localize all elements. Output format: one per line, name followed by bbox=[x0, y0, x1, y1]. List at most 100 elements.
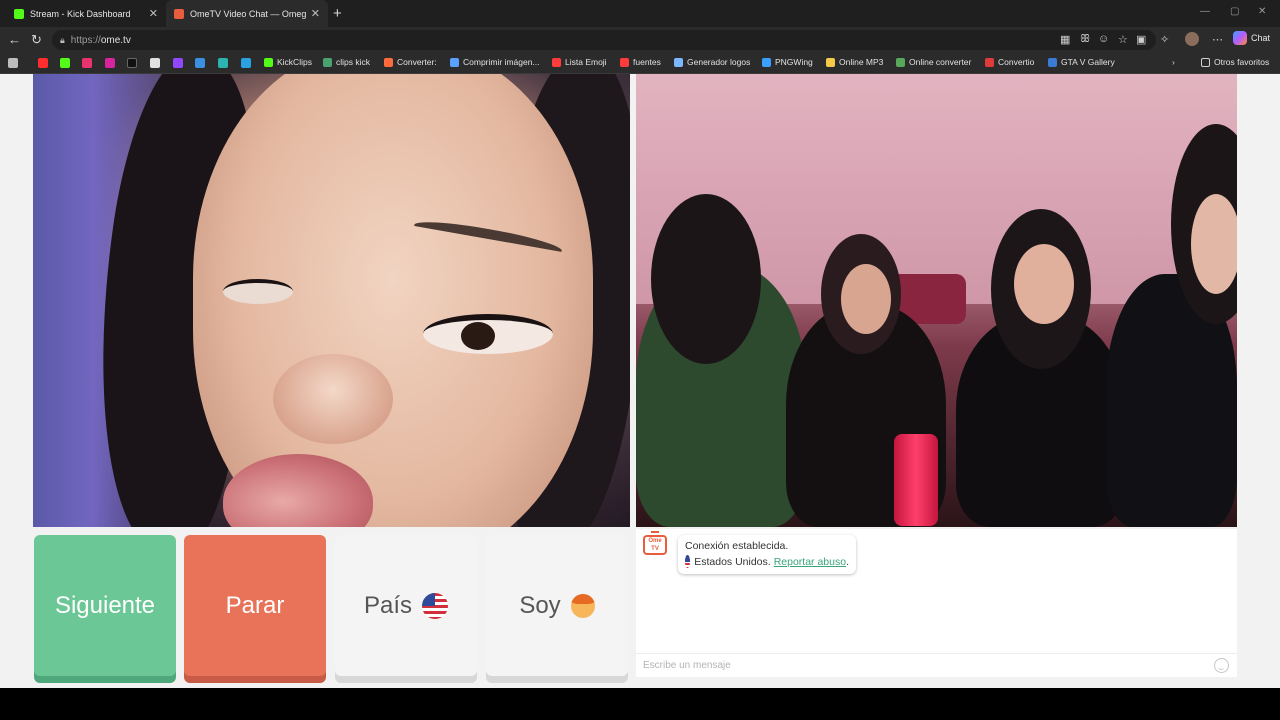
collections-icon[interactable]: ▣ bbox=[1136, 33, 1146, 46]
bookmark-clips-kick[interactable]: clips kick bbox=[323, 57, 370, 67]
twitch-icon[interactable] bbox=[173, 58, 183, 68]
chat-panel: Ome TV Conexión establecida. Estados Uni… bbox=[636, 529, 1237, 677]
url-text: https://ome.tv bbox=[70, 34, 131, 46]
connection-text: Conexión establecida. bbox=[685, 540, 789, 552]
browser-toolbar: ← ↻ 🔒︎ https://ome.tv ▦ ꕥ ☺ ☆ ▣ ✧ ⋯ Chat bbox=[0, 27, 1280, 53]
face-shape bbox=[1191, 194, 1237, 294]
favorite-star-icon[interactable]: ☆ bbox=[1118, 33, 1128, 46]
youtube-icon[interactable] bbox=[38, 58, 48, 68]
lock-icon: 🔒︎ bbox=[60, 34, 65, 45]
chat-button-label: Chat bbox=[1251, 33, 1271, 43]
bookmark-icon bbox=[450, 57, 459, 67]
bookmark-fuentes[interactable]: fuentes bbox=[620, 57, 661, 67]
country-text: Estados Unidos. bbox=[694, 555, 771, 568]
bookmark-icon bbox=[384, 57, 393, 67]
bookmark-teal-icon[interactable] bbox=[218, 58, 228, 68]
reader-icon[interactable]: ☺ bbox=[1098, 33, 1109, 45]
other-favorites[interactable]: Otros favoritos bbox=[1201, 57, 1269, 67]
bookmark-lista-emoji[interactable]: Lista Emoji bbox=[552, 57, 607, 67]
bookmark-converter[interactable]: Converter: bbox=[384, 57, 437, 67]
tab-kick-dashboard[interactable]: Stream - Kick Dashboard ✕ bbox=[6, 0, 166, 27]
window-close-icon[interactable]: ✕ bbox=[1258, 6, 1266, 17]
tab-strip: Stream - Kick Dashboard ✕ OmeTV Video Ch… bbox=[0, 0, 1280, 27]
ometv-logo-icon: Ome TV bbox=[643, 531, 667, 555]
app-grid-icon[interactable]: ▦ bbox=[1060, 33, 1070, 46]
bookmark-red-icon[interactable] bbox=[82, 58, 92, 68]
bookmark-edge-icon[interactable] bbox=[241, 58, 251, 68]
bookmark-icon bbox=[552, 57, 561, 67]
red-cup-shape bbox=[894, 434, 938, 526]
bookmark-icon bbox=[1048, 57, 1057, 67]
bookmarks-bar: KickClips clips kick Converter: Comprimi… bbox=[0, 53, 1280, 74]
bookmark-blue-icon[interactable] bbox=[195, 58, 205, 68]
bookmark-icon bbox=[674, 57, 683, 67]
bookmark-online-mp3[interactable]: Online MP3 bbox=[826, 57, 883, 67]
bookmark-convertio[interactable]: Convertio bbox=[985, 57, 1034, 67]
taskbar-area bbox=[0, 688, 1280, 720]
browser-window: Stream - Kick Dashboard ✕ OmeTV Video Ch… bbox=[0, 0, 1280, 688]
bookmark-icon bbox=[762, 57, 771, 67]
tab-title: OmeTV Video Chat — Omegl bbox=[190, 8, 307, 19]
bookmark-comprimir[interactable]: Comprimir imágen... bbox=[450, 57, 540, 67]
report-abuse-link[interactable]: Reportar abuso bbox=[774, 556, 846, 568]
address-bar[interactable]: 🔒︎ https://ome.tv bbox=[52, 30, 1156, 50]
reload-icon[interactable]: ↻ bbox=[31, 32, 42, 48]
chevron-right-icon[interactable]: › bbox=[1172, 57, 1175, 67]
bookmark-icon bbox=[896, 57, 905, 67]
kick-icon[interactable] bbox=[60, 58, 70, 68]
stop-button[interactable]: Parar bbox=[184, 535, 326, 676]
system-message: Conexión establecida. Estados Unidos. Re… bbox=[678, 535, 856, 574]
bookmark-black-icon[interactable] bbox=[150, 58, 160, 68]
bookmark-pngwing[interactable]: PNGWing bbox=[762, 57, 813, 67]
close-icon[interactable]: ✕ bbox=[149, 7, 158, 20]
new-tab-icon[interactable]: + bbox=[333, 5, 342, 22]
back-icon[interactable]: ← bbox=[8, 32, 21, 47]
folder-icon bbox=[1201, 57, 1210, 67]
instagram-icon[interactable] bbox=[105, 58, 115, 68]
bookmark-kickclips[interactable]: KickClips bbox=[264, 57, 312, 67]
bookmark-online-converter[interactable]: Online converter bbox=[896, 57, 971, 67]
boy-icon bbox=[570, 593, 595, 618]
us-flag-icon bbox=[422, 592, 449, 619]
bookmark-icon bbox=[323, 57, 332, 67]
face-shape bbox=[841, 264, 891, 334]
remote-video bbox=[636, 74, 1237, 527]
copilot-chat-button[interactable]: Chat bbox=[1233, 31, 1270, 45]
translate-icon[interactable]: ꕥ bbox=[1080, 33, 1090, 46]
kick-favicon-icon bbox=[14, 8, 24, 19]
tab-title: Stream - Kick Dashboard bbox=[30, 8, 131, 19]
country-button[interactable]: País bbox=[335, 535, 477, 676]
bookmark-generador-logos[interactable]: Generador logos bbox=[674, 57, 750, 67]
tiktok-icon[interactable] bbox=[127, 58, 137, 68]
report-suffix: . bbox=[846, 555, 849, 568]
emoji-icon[interactable] bbox=[1214, 658, 1229, 673]
tab-ometv[interactable]: OmeTV Video Chat — Omegl ✕ bbox=[166, 0, 328, 27]
copilot-icon bbox=[1233, 31, 1247, 45]
bookmark-icon bbox=[620, 57, 629, 67]
extensions-icon[interactable]: ✧ bbox=[1160, 33, 1169, 46]
close-icon[interactable]: ✕ bbox=[311, 7, 320, 20]
iris-shape bbox=[461, 322, 495, 350]
minimize-icon[interactable]: — bbox=[1200, 6, 1210, 17]
ometv-favicon-icon bbox=[174, 8, 184, 19]
gender-button[interactable]: Soy bbox=[486, 535, 628, 676]
face-shape bbox=[1014, 244, 1074, 324]
bookmark-icon bbox=[985, 57, 994, 67]
nose-shape bbox=[273, 354, 393, 444]
maximize-icon[interactable]: ▢ bbox=[1230, 6, 1239, 17]
kick-icon bbox=[264, 57, 273, 67]
profile-avatar[interactable] bbox=[1185, 32, 1199, 46]
gamepad-icon[interactable] bbox=[8, 58, 18, 68]
local-video bbox=[33, 74, 630, 527]
us-flag-icon bbox=[685, 555, 691, 568]
bookmark-icon bbox=[826, 57, 835, 67]
more-menu-icon[interactable]: ⋯ bbox=[1212, 33, 1223, 46]
bookmark-gta-v-gallery[interactable]: GTA V Gallery bbox=[1048, 57, 1115, 67]
scrollbar[interactable] bbox=[1270, 74, 1280, 688]
message-bar bbox=[636, 653, 1237, 677]
head-shape bbox=[651, 194, 761, 364]
message-input[interactable] bbox=[643, 660, 1203, 671]
ometv-page: Siguiente Parar País Soy Ome TV Conexión… bbox=[0, 74, 1280, 688]
next-button[interactable]: Siguiente bbox=[34, 535, 176, 676]
eye-shape bbox=[223, 279, 293, 304]
